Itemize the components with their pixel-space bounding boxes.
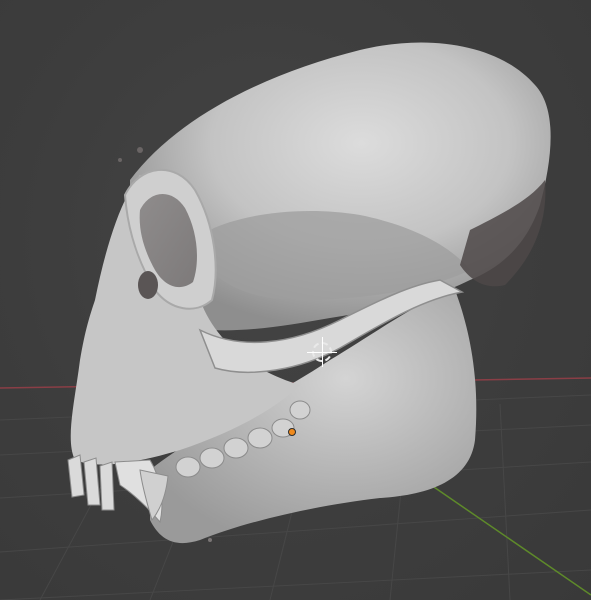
- incisors: [67, 454, 115, 511]
- object-origin-icon: [288, 428, 296, 436]
- 3d-viewport[interactable]: [0, 0, 591, 600]
- viewport-scene: [0, 42, 591, 600]
- skull-mesh[interactable]: [67, 42, 551, 544]
- 3d-cursor-icon[interactable]: [307, 337, 337, 367]
- infraorbital-foramen: [138, 271, 158, 299]
